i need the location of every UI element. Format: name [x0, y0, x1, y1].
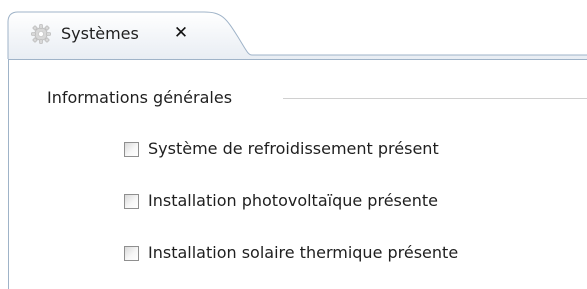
checkbox-label: Système de refroidissement présent [148, 139, 439, 158]
checkbox-solaire-thermique[interactable]: Installation solaire thermique présente [124, 242, 458, 264]
checkbox-photovoltaique[interactable]: Installation photovoltaïque présente [124, 190, 438, 212]
group-title: Informations générales [47, 88, 241, 108]
group-separator [283, 98, 587, 99]
tab-strip: Systèmes ✕ [0, 0, 587, 60]
checkbox-box[interactable] [124, 193, 139, 209]
checkbox-box[interactable] [124, 245, 139, 261]
checkbox-refroidissement[interactable]: Système de refroidissement présent [124, 138, 439, 160]
checkbox-label: Installation solaire thermique présente [148, 243, 459, 262]
checkbox-box[interactable] [124, 141, 139, 157]
close-icon[interactable]: ✕ [172, 23, 190, 43]
checkbox-label: Installation photovoltaïque présente [148, 191, 438, 210]
gear-icon [30, 23, 52, 45]
tab-label: Systèmes [61, 24, 139, 43]
